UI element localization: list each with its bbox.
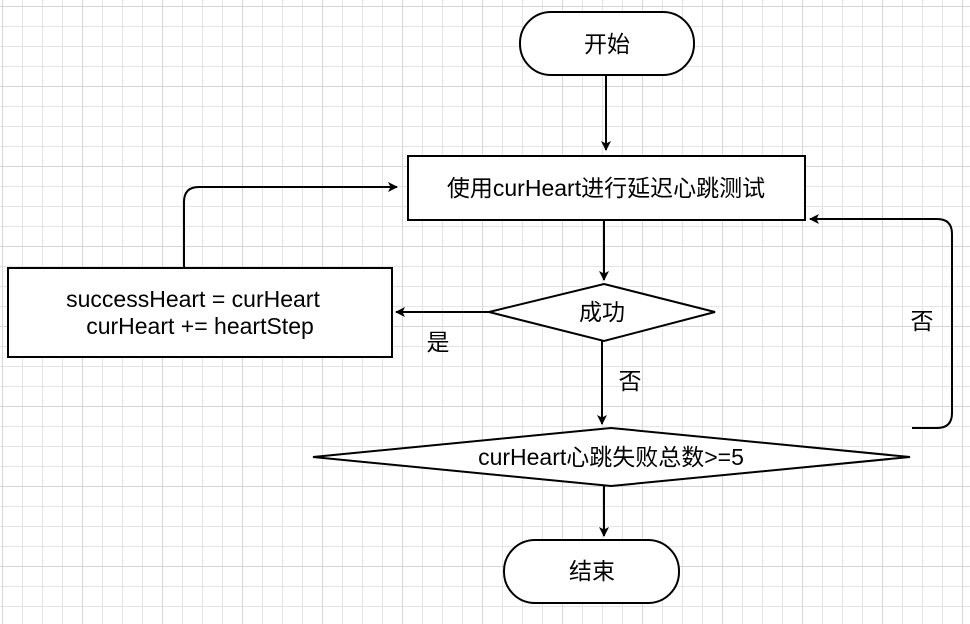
flowchart: 开始 使用curHeart进行延迟心跳测试 成功 successHeart = …	[7, 11, 953, 604]
test-label: 使用curHeart进行延迟心跳测试	[447, 175, 765, 201]
update-label-line2: curHeart += heartStep	[86, 313, 314, 339]
yes-edge-label: 是	[427, 329, 450, 355]
failcheck-label: curHeart心跳失败总数>=5	[478, 444, 744, 470]
end-label: 结束	[569, 558, 615, 584]
success-label: 成功	[579, 299, 625, 325]
no-edge-label-down: 否	[619, 368, 642, 394]
update-label-line1: successHeart = curHeart	[66, 286, 320, 312]
no-edge-label-loop: 否	[911, 308, 934, 334]
edge-update-to-test	[183, 182, 398, 268]
start-label: 开始	[584, 31, 630, 57]
